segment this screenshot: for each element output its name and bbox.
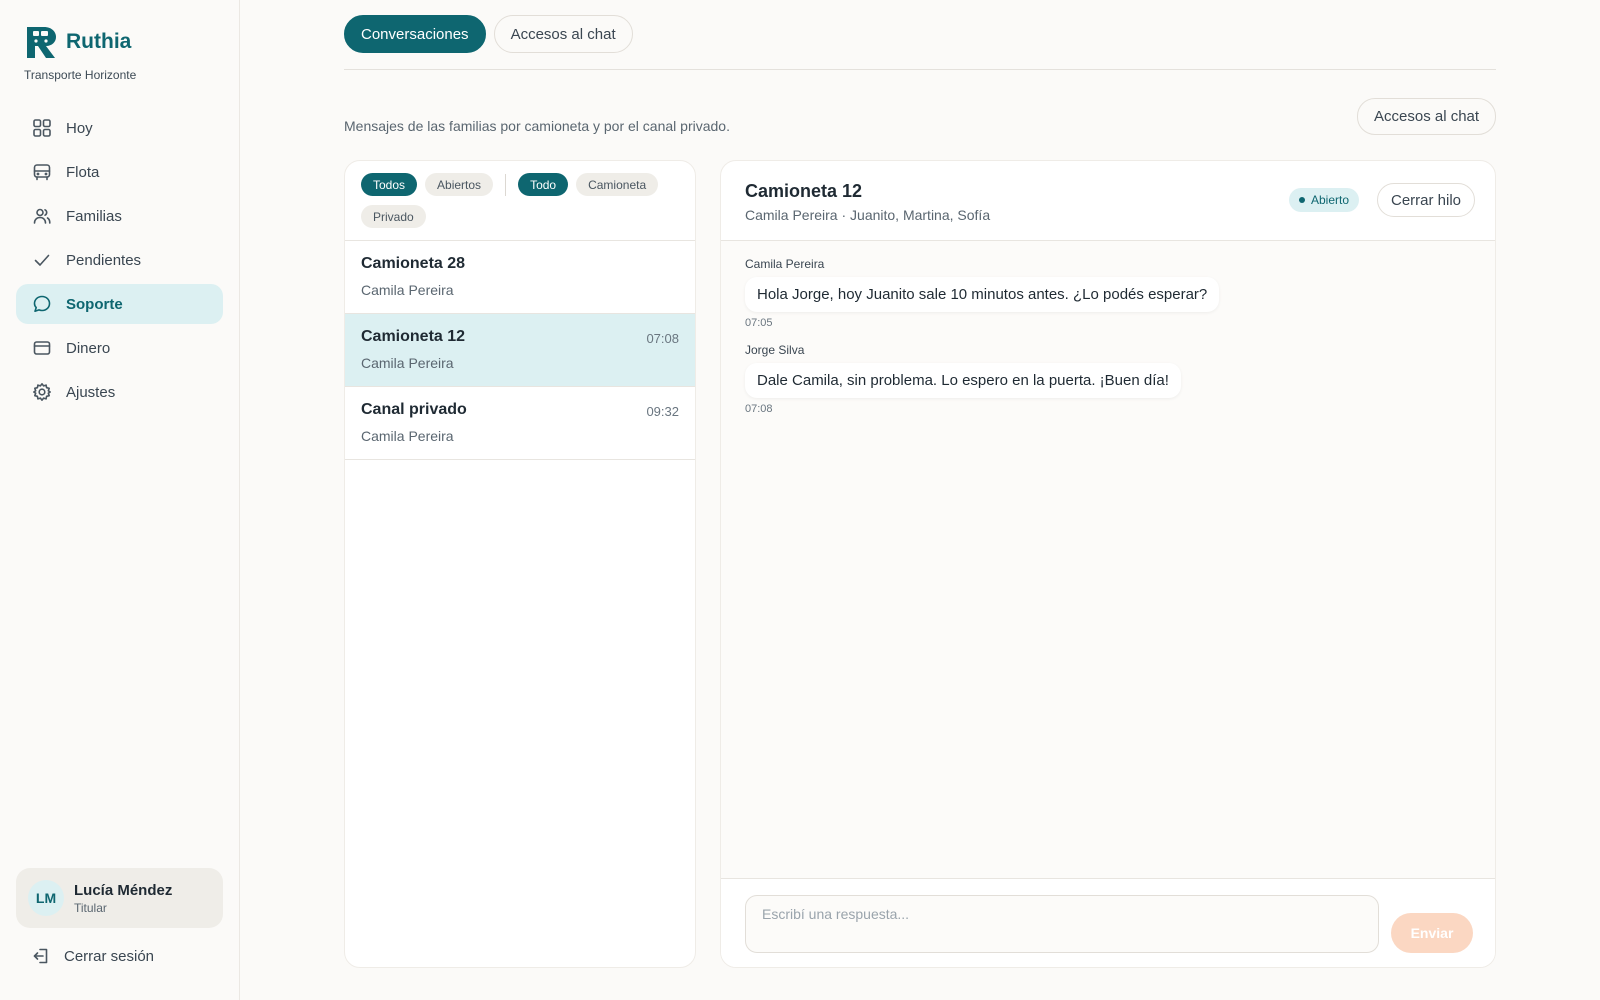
sidebar-item-dinero[interactable]: Dinero [16,328,223,368]
filters: Todos Abiertos Todo Camioneta Privado [345,161,695,241]
message-bubble: Hola Jorge, hoy Juanito sale 10 minutos … [745,277,1220,312]
status-badge: Abierto [1289,188,1360,212]
message-time: 07:05 [745,317,773,329]
conversation-list-panel: Todos Abiertos Todo Camioneta Privado Ca… [344,160,696,968]
filter-divider [505,173,507,196]
top-tabs: Conversaciones Accesos al chat [344,15,633,53]
page-description: Mensajes de las familias por camioneta y… [344,118,730,134]
filter-camioneta[interactable]: Camioneta [576,173,659,196]
conversation-subtitle: Camila Pereira [361,282,454,298]
conversation-title: Camioneta 28 [361,255,466,272]
user-name: Lucía Méndez [74,881,173,899]
send-button[interactable]: Enviar [1391,913,1473,953]
sidebar-item-familias[interactable]: Familias [16,196,223,236]
gear-icon [33,383,51,401]
bus-logo-icon [27,27,56,58]
logout-button[interactable]: Cerrar sesión [16,936,223,976]
top-divider [344,69,1496,70]
sidebar-item-hoy[interactable]: Hoy [16,108,223,148]
sidebar-item-ajustes[interactable]: Ajustes [16,372,223,412]
user-card[interactable]: LM Lucía Méndez Titular [16,868,223,928]
sidebar-item-label: Ajustes [66,383,116,401]
tab-accesos-al-chat[interactable]: Accesos al chat [493,15,633,53]
sidebar-item-label: Hoy [66,119,93,137]
sidebar-item-label: Pendientes [66,251,142,269]
chat-access-button[interactable]: Accesos al chat [1357,98,1497,135]
filter-privado[interactable]: Privado [361,205,426,228]
message: Jorge Silva Dale Camila, sin problema. L… [745,343,1473,415]
message-author: Jorge Silva [745,343,805,357]
user-role: Titular [74,900,107,915]
chat-bubble-icon [33,295,51,312]
avatar: LM [28,880,64,916]
chat-title: Camioneta 12 [745,181,863,201]
chat-panel: Camioneta 12 Camila Pereira · Juanito, M… [720,160,1496,968]
bus-icon [33,164,51,181]
sidebar-item-label: Soporte [66,295,123,313]
chat-participants: Camila Pereira · Juanito, Martina, Sofía [745,207,991,223]
tab-conversaciones[interactable]: Conversaciones [344,15,486,53]
conversation-time: 07:08 [646,331,679,346]
message-bubble: Dale Camila, sin problema. Lo espero en … [745,363,1181,398]
conversation-item-selected[interactable]: Camioneta 12 Camila Pereira 07:08 [345,314,695,387]
conversation-subtitle: Camila Pereira [361,355,454,371]
brand[interactable]: Ruthia [24,24,131,60]
users-icon [33,208,51,224]
reply-composer: Enviar [721,878,1495,967]
conversation-item[interactable]: Canal privado Camila Pereira 09:32 [345,387,695,460]
check-icon [34,254,50,266]
sidebar-item-pendientes[interactable]: Pendientes [16,240,223,280]
status-label: Abierto [1311,193,1350,207]
message-author: Camila Pereira [745,257,825,271]
sidebar: Ruthia Transporte Horizonte Hoy Flota Fa… [0,0,240,1000]
close-thread-button[interactable]: Cerrar hilo [1377,183,1476,217]
sidebar-item-label: Dinero [66,339,111,357]
conversation-time: 09:32 [646,404,679,419]
filter-abiertos[interactable]: Abiertos [425,173,494,196]
card-icon [33,341,51,355]
sidebar-item-flota[interactable]: Flota [16,152,223,192]
sidebar-item-label: Familias [66,207,122,225]
message-list: Camila Pereira Hola Jorge, hoy Juanito s… [721,241,1495,884]
message: Camila Pereira Hola Jorge, hoy Juanito s… [745,257,1473,329]
status-dot-icon [1299,197,1305,203]
message-time: 07:08 [745,403,773,415]
company-name: Transporte Horizonte [24,68,137,82]
filter-todos[interactable]: Todos [361,173,418,196]
logout-icon [33,948,48,964]
conversation-subtitle: Camila Pereira [361,428,454,444]
grid-icon [33,119,51,137]
reply-input[interactable] [745,895,1379,953]
sidebar-item-soporte[interactable]: Soporte [16,284,223,324]
chat-header: Camioneta 12 Camila Pereira · Juanito, M… [721,161,1495,241]
logout-label: Cerrar sesión [64,947,155,965]
sidebar-nav: Hoy Flota Familias Pendientes Soporte Di… [16,108,223,416]
filter-todo[interactable]: Todo [518,173,569,196]
conversation-title: Canal privado [361,401,467,418]
conversation-title: Camioneta 12 [361,328,466,345]
sidebar-item-label: Flota [66,163,100,181]
conversation-item[interactable]: Camioneta 28 Camila Pereira [345,241,695,314]
brand-name: Ruthia [66,30,132,53]
